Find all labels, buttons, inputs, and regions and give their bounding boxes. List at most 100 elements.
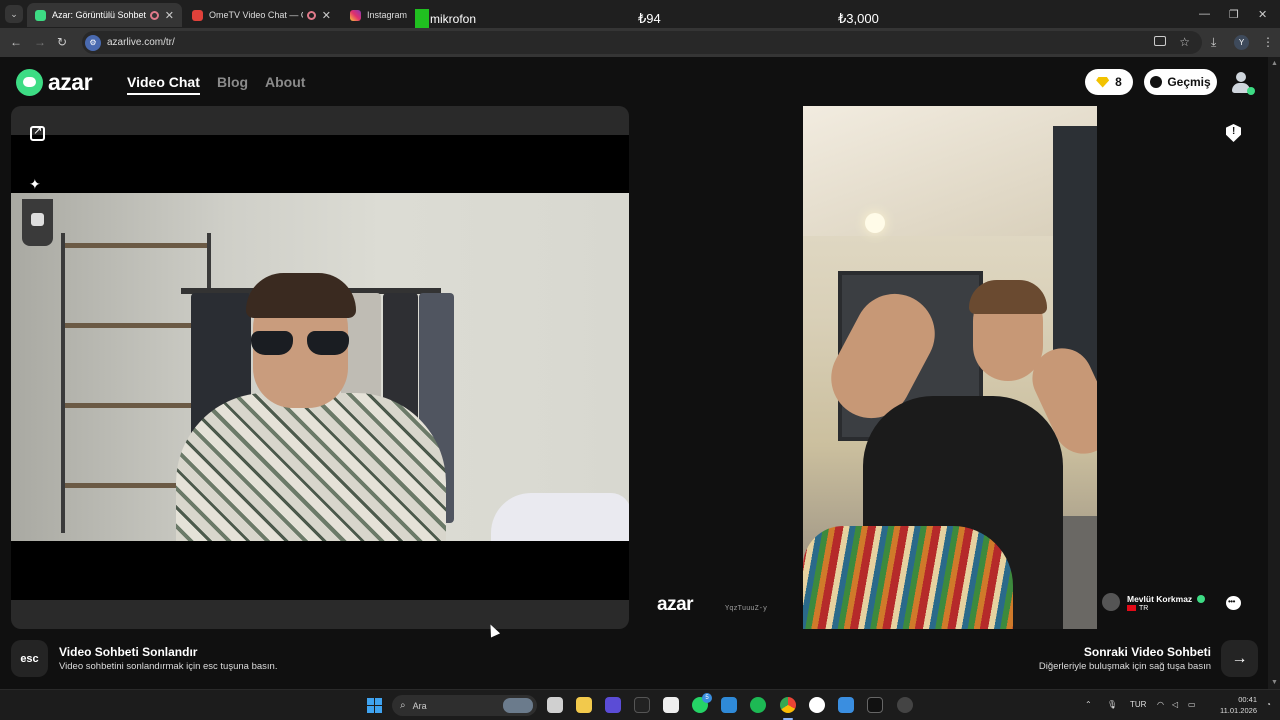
browser-tab-bar: ⌄ Azar: Görüntülü Sohbet & V ✕ OmeTV Vid… — [0, 0, 1280, 28]
azar-favicon-icon — [35, 9, 46, 21]
todo-icon[interactable] — [838, 697, 854, 713]
close-tab-icon[interactable]: ✕ — [322, 9, 331, 22]
tab-azar[interactable]: Azar: Görüntülü Sohbet & V ✕ — [27, 3, 182, 27]
tray-expand-icon[interactable]: ⌃ — [1085, 700, 1092, 709]
avatar-head — [1236, 72, 1246, 82]
tab-ometv[interactable]: OmeTV Video Chat — Ome ✕ — [184, 3, 339, 27]
face-filter-icon[interactable] — [31, 213, 44, 226]
azar-logo-icon — [16, 69, 43, 96]
nav-video-chat[interactable]: Video Chat — [127, 74, 200, 95]
mic-level-bar — [415, 9, 429, 28]
next-chat-button[interactable]: → — [1221, 640, 1258, 677]
expand-icon[interactable] — [30, 124, 45, 141]
end-chat-title: Video Sohbeti Sonlandır — [59, 645, 198, 659]
ometv-favicon-icon — [192, 9, 203, 21]
tab-search-button[interactable]: ⌄ — [5, 5, 23, 23]
menu-dots-icon[interactable]: ⋮ — [1262, 35, 1274, 49]
recording-icon — [306, 10, 316, 20]
close-window-icon[interactable]: ✕ — [1258, 8, 1267, 21]
gem-icon — [1096, 76, 1110, 88]
effects-sparkle-icon[interactable]: ✦ — [29, 176, 41, 193]
report-button[interactable]: ! — [1226, 124, 1241, 142]
scroll-up-icon[interactable]: ▲ — [1271, 60, 1278, 67]
local-user-image — [176, 273, 446, 541]
teams-icon[interactable] — [605, 697, 621, 713]
history-button[interactable]: Geçmiş — [1144, 69, 1217, 95]
peer-name: Mevlüt Korkmaz — [1127, 594, 1193, 604]
overlay-price-2: ₺3,000 — [838, 11, 879, 26]
chatgpt-icon[interactable] — [809, 697, 825, 713]
mic-label: mikrofon — [430, 11, 477, 26]
peer-country: TR — [1139, 605, 1149, 612]
url-text: azarlive.com/tr/ — [107, 37, 175, 48]
logo-text: azar — [48, 69, 93, 95]
microphone-icon[interactable]: 🎙 — [1107, 700, 1117, 709]
volume-icon[interactable]: ◁ — [1172, 700, 1178, 709]
start-button[interactable] — [367, 698, 382, 713]
chat-bubble-icon: ••• — [1228, 597, 1235, 606]
arrow-right-icon: → — [1231, 649, 1248, 667]
verified-badge-icon — [1197, 595, 1205, 603]
language-indicator[interactable]: TUR — [1130, 700, 1146, 709]
bookmark-star-icon[interactable]: ☆ — [1179, 35, 1190, 49]
overlay-price-1: ₺94 — [638, 11, 661, 26]
peer-avatar — [1102, 593, 1120, 611]
end-chat-button[interactable]: esc — [11, 640, 48, 677]
azar-logo[interactable]: azar — [16, 69, 93, 96]
scroll-down-icon[interactable]: ▼ — [1271, 679, 1278, 686]
vscode-icon[interactable] — [721, 697, 737, 713]
notion-icon[interactable] — [663, 697, 679, 713]
end-chat-subtitle: Video sohbetini sonlandırmak için esc tu… — [59, 661, 278, 672]
battery-icon[interactable]: ▭ — [1188, 700, 1196, 709]
mic-overlay: mikrofon — [415, 9, 476, 28]
tab-label: OmeTV Video Chat — Ome — [209, 10, 303, 20]
file-explorer-icon[interactable] — [576, 697, 592, 713]
cast-icon[interactable] — [1154, 36, 1166, 46]
tab-label: Instagram — [367, 10, 408, 20]
gems-button[interactable]: 8 — [1085, 69, 1133, 95]
local-camera-feed — [11, 193, 629, 541]
spotify-icon[interactable] — [750, 697, 766, 713]
tab-label: Azar: Görüntülü Sohbet & V — [52, 10, 146, 20]
search-placeholder: Ara — [412, 700, 427, 711]
report-shield-icon: ! — [1232, 126, 1236, 137]
bed-image — [491, 493, 629, 541]
filter-toolbar[interactable] — [22, 199, 53, 246]
apple-tv-icon[interactable] — [634, 697, 650, 713]
taskbar-clock[interactable]: 00:41 11.01.2026 — [1209, 694, 1257, 716]
clock-date: 11.01.2026 — [1220, 706, 1257, 715]
next-chat-subtitle: Diğerleriyle buluşmak için sağ tuşa bası… — [1038, 661, 1211, 672]
browser-profile-avatar[interactable]: Y — [1234, 35, 1249, 50]
search-icon: ⌕ — [400, 700, 406, 711]
task-view-icon[interactable] — [547, 697, 563, 713]
address-toolbar: ← → ↻ ⚙ azarlive.com/tr/ ☆ ⤓ ⋮ — [0, 28, 1280, 57]
history-label: Geçmiş — [1167, 75, 1211, 89]
page-scrollbar[interactable]: ▲ ▼ — [1268, 57, 1280, 689]
close-tab-icon[interactable]: ✕ — [165, 9, 174, 22]
maximize-icon[interactable]: ❐ — [1229, 8, 1239, 21]
notification-bell-icon[interactable]: ◔ — [1266, 700, 1271, 709]
clock-time: 00:41 — [1238, 695, 1257, 704]
azar-watermark: azar — [657, 594, 694, 615]
nav-about[interactable]: About — [265, 74, 305, 90]
nav-blog[interactable]: Blog — [217, 74, 248, 90]
taskbar-search[interactable]: ⌕ Ara — [392, 695, 537, 716]
wifi-icon[interactable]: ◠ — [1157, 700, 1164, 709]
reload-icon[interactable]: ↻ — [57, 35, 67, 49]
profile-avatar[interactable] — [1229, 70, 1255, 95]
address-bar[interactable]: ⚙ azarlive.com/tr/ ☆ — [82, 31, 1202, 54]
minimize-icon[interactable]: — — [1199, 8, 1210, 20]
site-info-icon[interactable]: ⚙ — [85, 34, 101, 51]
app-icon[interactable] — [867, 697, 883, 713]
back-icon[interactable]: ← — [10, 35, 22, 49]
download-icon[interactable]: ⤓ — [1211, 35, 1216, 50]
turkey-flag-icon — [1127, 605, 1136, 612]
recorder-icon[interactable] — [897, 697, 913, 713]
watermark-id: YqzTuuuZ-y — [725, 604, 768, 612]
chat-button[interactable]: ••• — [1226, 596, 1241, 610]
tab-instagram[interactable]: Instagram — [342, 3, 417, 27]
windows-taskbar: ⌕ Ara 5 ⌃ 🎙 TUR ◠ ◁ ▭ 00:41 11.01.2026 ◔ — [0, 689, 1280, 720]
forward-icon[interactable]: → — [34, 35, 46, 49]
chrome-icon[interactable] — [780, 697, 796, 713]
whatsapp-badge: 5 — [702, 693, 712, 703]
